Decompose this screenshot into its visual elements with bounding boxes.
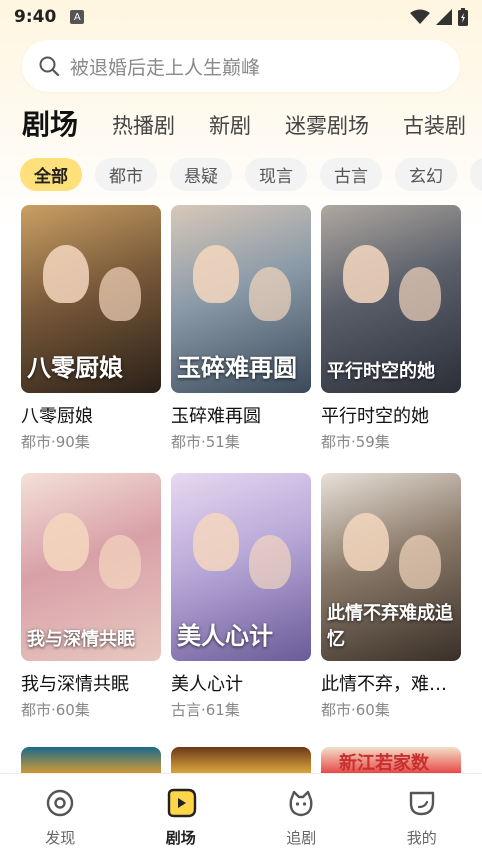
drama-card[interactable]: 美人心计 美人心计 古言·61集 [171, 473, 311, 720]
drama-title: 此情不弃，难成追忆 [321, 674, 461, 695]
nav-item-2[interactable]: 追剧 [241, 774, 362, 856]
drama-grid-next-row: 新江若家数 [21, 747, 461, 775]
poster-figure [193, 245, 239, 303]
search-bar[interactable]: 被退婚后走上人生巅峰 [22, 40, 460, 92]
status-bar: 9:40 A [0, 0, 482, 34]
compass-icon [45, 788, 75, 822]
poster-figure [43, 513, 89, 571]
tab-label: 剧场 [22, 108, 79, 141]
drama-title: 平行时空的她 [321, 406, 429, 427]
drama-meta: 都市·51集 [171, 433, 240, 451]
battery-icon [458, 8, 468, 26]
poster-title: 平行时空的她 [327, 361, 435, 382]
poster-title: 八零厨娘 [27, 353, 123, 382]
tab-label: 古装剧 [403, 114, 467, 138]
drama-poster: 此情不弃难成追忆 [321, 473, 461, 661]
tab-2[interactable]: 新剧 [209, 110, 251, 148]
nav-item-1[interactable]: 剧场 [121, 774, 242, 856]
category-chip-2[interactable]: 悬疑 [170, 158, 232, 191]
drama-card[interactable]: 此情不弃难成追忆此情不弃，难成追忆都市·60集 [321, 473, 461, 720]
nav-label: 我的 [406, 829, 437, 847]
tab-label: 迷雾剧场 [285, 114, 370, 138]
main-tabs: 剧场 热播剧 新剧 迷雾剧场 古装剧 [22, 102, 482, 148]
poster-figure [99, 535, 141, 589]
drama-card-partial[interactable] [21, 747, 161, 775]
notification-icon: A [70, 10, 85, 24]
tab-0[interactable]: 剧场 [22, 103, 78, 148]
category-chip-4[interactable]: 古言 [320, 158, 382, 191]
tab-label: 新剧 [209, 114, 252, 138]
drama-poster: 八零厨娘 [21, 205, 161, 393]
drama-card[interactable]: 我与深情共眠 我与深情共眠 都市·60集 [21, 473, 161, 720]
poster-figure [343, 513, 389, 571]
poster-figure [193, 513, 239, 571]
category-chips: 全部 都市 悬疑 现言 古言 玄幻 [20, 158, 482, 192]
drama-poster: 玉碎难再圆 [171, 205, 311, 393]
drama-card-partial[interactable]: 新江若家数 [321, 747, 461, 775]
poster-figure [249, 535, 291, 589]
poster-title: 新江若家数 [339, 753, 429, 774]
nav-item-0[interactable]: 发现 [0, 774, 121, 856]
category-chip-more[interactable] [470, 158, 482, 191]
drama-title: 美人心计 [171, 674, 243, 695]
profile-icon [407, 788, 437, 822]
drama-card[interactable]: 玉碎难再圆 玉碎难再圆 都市·51集 [171, 205, 311, 452]
poster-title: 美人心计 [177, 621, 273, 650]
status-time: 9:40 [14, 7, 57, 27]
drama-meta: 古言·61集 [171, 701, 240, 719]
drama-card[interactable]: 平行时空的她 平行时空的她 都市·59集 [321, 205, 461, 452]
poster-figure [99, 267, 141, 321]
drama-meta: 都市·90集 [21, 433, 90, 451]
drama-meta: 都市·60集 [21, 701, 90, 719]
poster-figure [43, 245, 89, 303]
poster-title: 我与深情共眠 [27, 629, 135, 650]
poster-title: 此情不弃难成追忆 [327, 603, 453, 650]
tab-3[interactable]: 迷雾剧场 [285, 110, 369, 148]
poster-figure [399, 267, 441, 321]
poster-title: 玉碎难再圆 [177, 353, 297, 382]
tab-label: 热播剧 [112, 114, 176, 138]
poster-figure [249, 267, 291, 321]
follow-icon [286, 788, 316, 822]
category-chip-5[interactable]: 玄幻 [395, 158, 457, 191]
nav-label: 发现 [45, 829, 76, 847]
drama-poster: 我与深情共眠 [21, 473, 161, 661]
category-chip-3[interactable]: 现言 [245, 158, 307, 191]
drama-card-partial[interactable] [171, 747, 311, 775]
nav-item-3[interactable]: 我的 [362, 774, 482, 856]
signal-icon [436, 9, 452, 25]
category-chip-0[interactable]: 全部 [20, 158, 82, 191]
tab-4[interactable]: 古装剧 [403, 110, 466, 148]
drama-title: 八零厨娘 [21, 406, 93, 427]
bottom-nav: 发现 剧场 追剧 我的 [0, 773, 482, 856]
nav-label: 追剧 [286, 829, 317, 847]
search-icon [39, 56, 60, 77]
nav-label: 剧场 [165, 829, 196, 847]
drama-title: 玉碎难再圆 [171, 406, 261, 427]
play-icon [165, 788, 197, 822]
drama-title: 我与深情共眠 [21, 674, 129, 695]
wifi-icon [410, 9, 430, 24]
poster-figure [343, 245, 389, 303]
drama-card[interactable]: 八零厨娘 八零厨娘 都市·90集 [21, 205, 161, 452]
search-placeholder: 被退婚后走上人生巅峰 [70, 56, 261, 79]
tab-1[interactable]: 热播剧 [112, 110, 175, 148]
drama-meta: 都市·60集 [321, 701, 390, 719]
drama-poster: 美人心计 [171, 473, 311, 661]
drama-poster: 平行时空的她 [321, 205, 461, 393]
category-chip-1[interactable]: 都市 [95, 158, 157, 191]
drama-meta: 都市·59集 [321, 433, 390, 451]
poster-figure [399, 535, 441, 589]
